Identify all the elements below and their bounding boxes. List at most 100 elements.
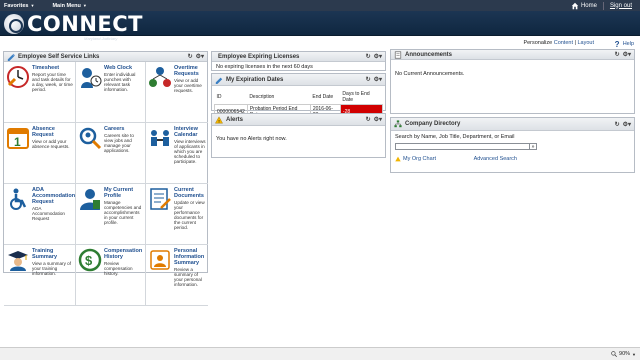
profile-icon — [80, 189, 100, 210]
announcements-header: Announcements ↻ ⚙▾ — [391, 50, 634, 60]
zoom-level: 90% — [619, 351, 631, 357]
tile-description: Review compensation history. — [104, 260, 133, 276]
tile-description: Report your time and task details for a … — [32, 71, 73, 92]
tile-title: Timesheet — [32, 65, 60, 71]
chevron-down-icon: ▼ — [632, 351, 636, 357]
tile-title: Interview Calendar — [174, 126, 198, 138]
tile-current-documents[interactable]: Current Documents Update or view your per… — [146, 184, 208, 245]
expiring-licenses-message: No expiring licenses in the next 60 days — [216, 64, 313, 70]
tile-title: Careers — [104, 126, 125, 132]
expiration-dates-title: My Expiration Dates — [226, 76, 284, 83]
tile-ada-accommodation[interactable]: ADA Accommodation Request ADA Accommodati… — [4, 184, 76, 245]
favorites-menu[interactable]: Favorites ▼ — [4, 3, 34, 9]
tile-title: Training Summary — [32, 248, 58, 260]
personalize-content-link[interactable]: Content — [554, 40, 573, 46]
company-directory-title: Company Directory — [405, 121, 461, 127]
menubar-separator — [602, 1, 604, 10]
expiring-licenses-header: Employee Expiring Licenses ↻ ⚙▾ — [212, 52, 385, 62]
org-chart-icon — [394, 120, 402, 128]
tile-title: My Current Profile — [104, 187, 134, 199]
sign-out-link[interactable]: Sign out — [610, 3, 632, 9]
options-icon[interactable]: ⚙▾ — [374, 53, 382, 60]
column-header: ID — [214, 90, 248, 105]
zoom-control[interactable]: 90% ▼ — [611, 351, 636, 357]
company-directory-header: Company Directory ↻ ⚙▾ — [391, 118, 634, 131]
favorites-label: Favorites — [4, 2, 29, 9]
refresh-icon[interactable]: ↻ — [366, 116, 371, 123]
options-icon[interactable]: ⚙▾ — [623, 51, 631, 58]
tile-title: Personal Information Summary — [174, 248, 205, 266]
main-menu[interactable]: Main Menu ▼ — [52, 3, 86, 9]
table-header-row: ID Description End Date Days to End Date — [214, 90, 383, 105]
help-label: Help — [622, 41, 634, 47]
advanced-search-link[interactable]: Advanced Search — [474, 156, 517, 162]
warning-icon: ! — [215, 115, 223, 123]
overtime-icon — [149, 67, 171, 87]
personal-info-icon — [150, 250, 170, 270]
refresh-icon[interactable]: ↻ — [366, 76, 371, 83]
tile-title: ADA Accommodation Request — [32, 187, 76, 205]
expiration-dates-pagelet: My Expiration Dates ↻ ⚙▾ ID Description … — [211, 73, 386, 120]
column-header: End Date — [310, 90, 341, 105]
column-header: Description — [247, 90, 311, 105]
directory-search-label: Search by Name, Job Title, Department, o… — [395, 134, 515, 140]
home-link[interactable]: Home — [571, 2, 597, 10]
tile-title: Overtime Requests — [174, 65, 199, 77]
tile-absence-request[interactable]: 1 Absence Request View or add your absenc… — [4, 123, 76, 184]
personalize-toolbar: Personalize Content | Layout ? Help — [0, 38, 640, 48]
tile-description: View a summary of your training informat… — [32, 260, 71, 276]
tile-timesheet[interactable]: Timesheet Report your time and task detai… — [4, 62, 76, 123]
tile-interview-calendar[interactable]: Interview Calendar View interviews of app… — [146, 123, 208, 184]
tile-overtime-requests[interactable]: Overtime Requests View or add your overti… — [146, 62, 208, 123]
tile-description: View or add your overtime requests. — [174, 77, 202, 93]
search-go-button[interactable]: » — [529, 144, 536, 150]
tile-description: Enter individual punches with relevant t… — [104, 71, 136, 92]
document-icon — [394, 50, 402, 59]
home-label: Home — [580, 2, 597, 9]
ess-pagelet: Employee Self Service Links ↻ ⚙▾ Timeshe… — [3, 51, 208, 306]
tile-web-clock[interactable]: Web Clock Enter individual punches with r… — [76, 62, 146, 123]
expiration-dates-header: My Expiration Dates ↻ ⚙▾ — [212, 74, 385, 86]
refresh-icon[interactable]: ↻ — [615, 121, 620, 128]
tile-description: Careers site to view jobs and manage you… — [104, 132, 134, 153]
directory-links: My Org Chart Advanced Search — [391, 153, 521, 165]
top-menubar: Favorites ▼ Main Menu ▼ Home Sign out — [0, 0, 640, 11]
logo-text: CONNECT — [27, 12, 143, 36]
tile-title: Web Clock — [104, 65, 133, 71]
tile-title: Compensation History — [104, 248, 143, 260]
refresh-icon[interactable]: ↻ — [188, 53, 193, 60]
svg-text:1: 1 — [14, 135, 21, 149]
svg-text:!: ! — [218, 118, 219, 123]
announcements-pagelet: Announcements ↻ ⚙▾ No Current Announceme… — [390, 49, 635, 114]
company-directory-pagelet: Company Directory ↻ ⚙▾ Search by Name, J… — [390, 117, 635, 173]
training-icon — [8, 251, 28, 271]
tile-my-current-profile[interactable]: My Current Profile Manage competencies an… — [76, 184, 146, 245]
options-icon[interactable]: ⚙▾ — [623, 121, 631, 128]
options-icon[interactable]: ⚙▾ — [374, 76, 382, 83]
tile-description: View or add your absence requests. — [32, 138, 70, 149]
personalize-layout-link[interactable]: Layout — [577, 40, 594, 46]
announcements-title: Announcements — [405, 51, 453, 58]
timesheet-icon — [7, 66, 29, 88]
personalize-links: Personalize Content | Layout — [523, 40, 594, 46]
help-link[interactable]: ? Help — [613, 40, 634, 48]
my-org-chart-label: My Org Chart — [403, 156, 437, 162]
options-icon[interactable]: ⚙▾ — [374, 116, 382, 123]
refresh-icon[interactable]: ↻ — [615, 51, 620, 58]
directory-search-input[interactable] — [396, 144, 529, 149]
tile-personal-information-summary[interactable]: Personal Information Summary Review a sum… — [146, 245, 208, 306]
tile-description: Review a summary of your personal inform… — [174, 266, 202, 287]
directory-search-box: » — [395, 143, 537, 150]
tile-compensation-history[interactable]: $ Compensation History Review compensatio… — [76, 245, 146, 306]
tile-training-summary[interactable]: Training Summary View a summary of your t… — [4, 245, 76, 306]
tile-careers[interactable]: Careers Careers site to view jobs and man… — [76, 123, 146, 184]
ess-tile-grid: Timesheet Report your time and task detai… — [4, 62, 208, 306]
alerts-pagelet: ! Alerts ↻ ⚙▾ You have no Alerts right n… — [211, 113, 386, 158]
my-org-chart-link[interactable]: My Org Chart — [395, 156, 436, 162]
compensation-icon: $ — [78, 248, 102, 272]
ess-title: Employee Self Service Links — [18, 53, 100, 60]
pencil-icon — [7, 53, 15, 61]
options-icon[interactable]: ⚙▾ — [196, 53, 204, 60]
refresh-icon[interactable]: ↻ — [366, 53, 371, 60]
tile-description: View interviews of applicants in which y… — [174, 138, 206, 164]
